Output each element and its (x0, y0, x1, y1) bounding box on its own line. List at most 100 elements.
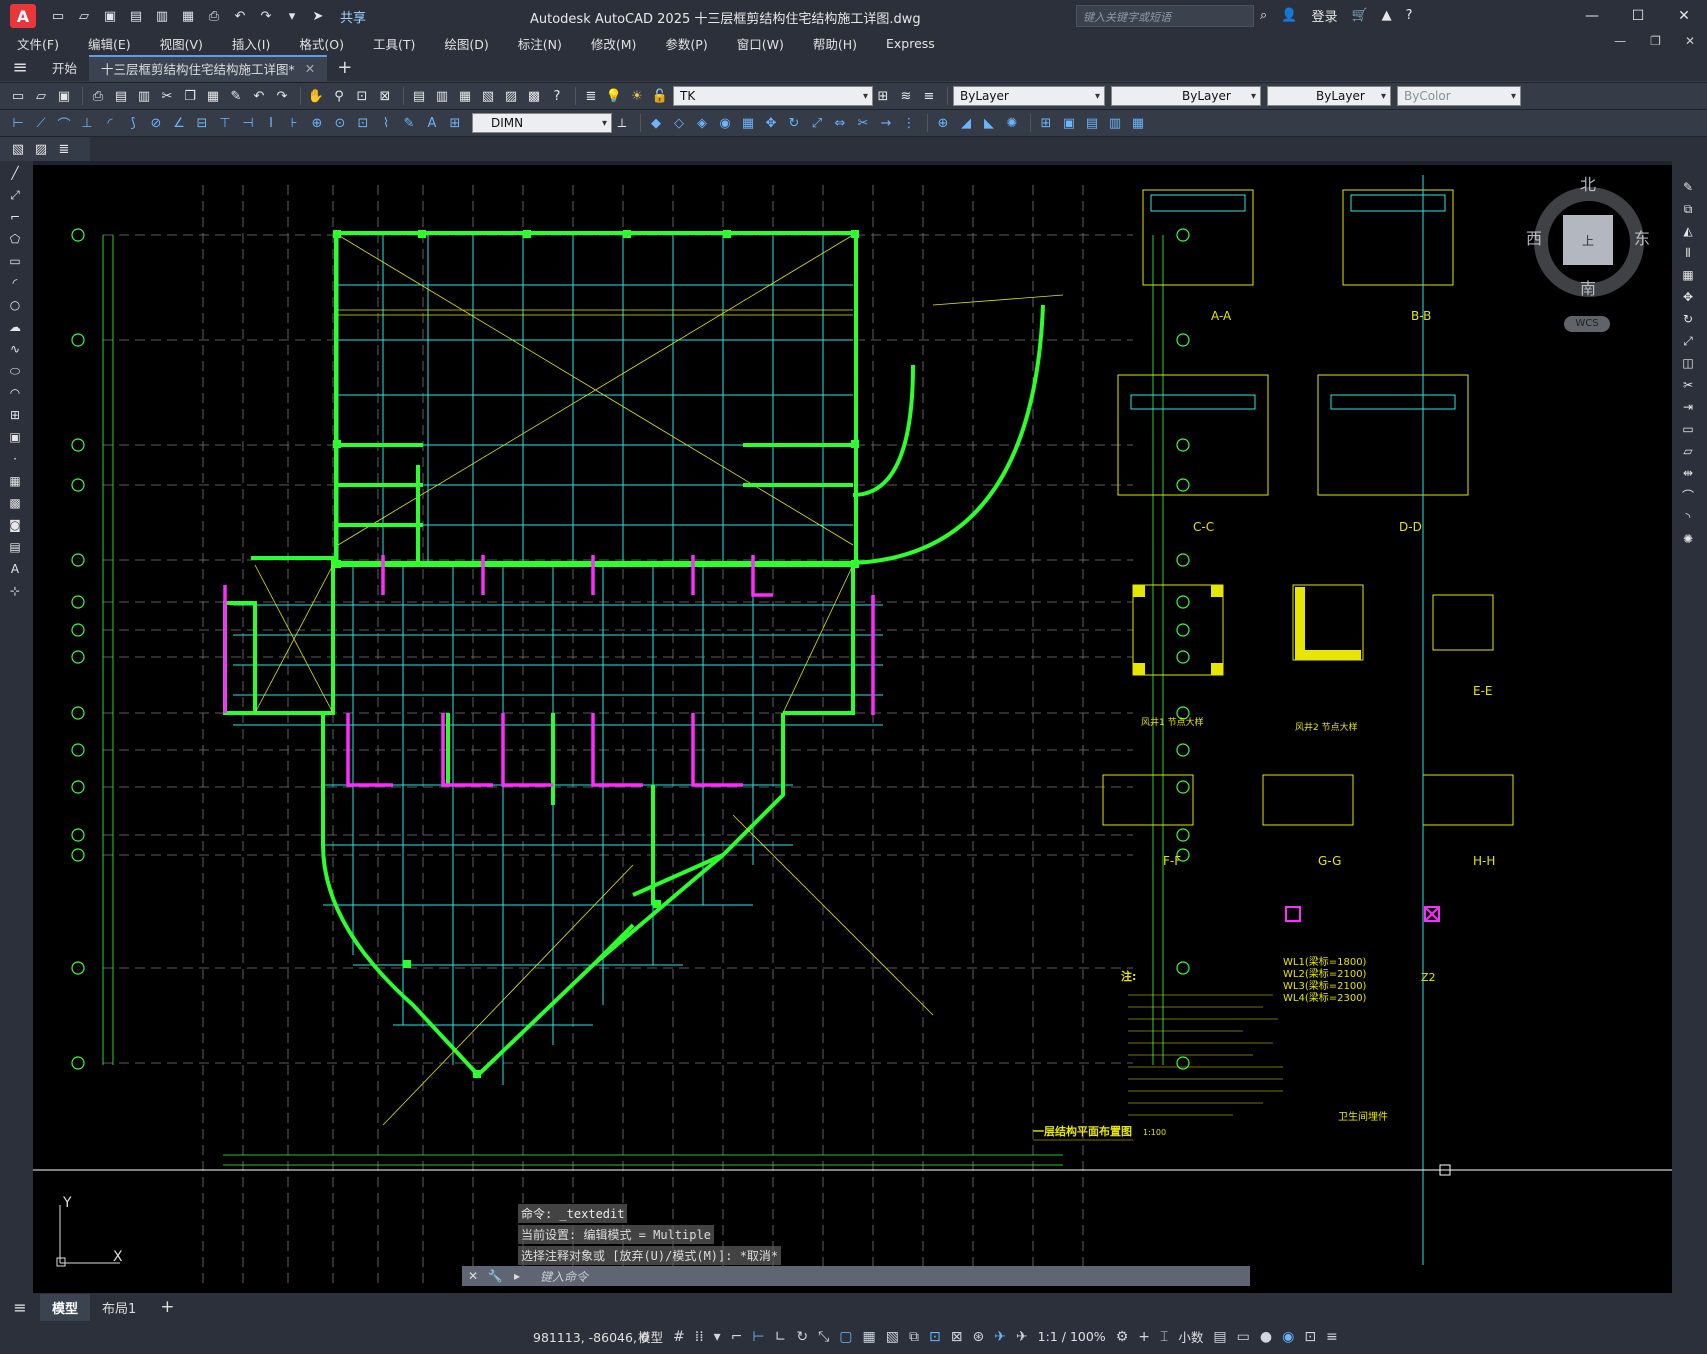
radius-dim-icon[interactable]: ◜ (100, 113, 120, 133)
doc-close-icon[interactable]: ✕ (1685, 34, 1695, 48)
customize-qat-icon[interactable]: ▾ (282, 6, 302, 26)
layer-dropdown[interactable]: TK (673, 86, 873, 106)
autocad-logo[interactable]: A (10, 4, 36, 28)
layer-lock-icon[interactable]: 🔓 (650, 86, 670, 106)
print-preview-icon[interactable]: ▤ (111, 86, 131, 106)
transparency-icon[interactable]: ▧ (886, 1329, 899, 1345)
hatch-draw-icon[interactable]: ▦ (4, 471, 26, 491)
layer-tools-icon[interactable]: ≣ (54, 139, 74, 159)
annotation-monitor-icon[interactable]: + (1138, 1329, 1150, 1345)
join-icon[interactable]: ⊕ (933, 113, 953, 133)
tab-close-icon[interactable]: ✕ (305, 61, 315, 76)
break-icon[interactable]: ⋮ (899, 113, 919, 133)
rotate-side-icon[interactable]: ↻ (1677, 309, 1699, 329)
point-draw-icon[interactable]: · (4, 449, 26, 469)
menu-parametric[interactable]: 参数(P) (648, 34, 719, 53)
copy-side-icon[interactable]: ⧉ (1677, 199, 1699, 219)
infer-constraints-icon[interactable]: ⌐ (731, 1329, 743, 1345)
dim-space-icon[interactable]: I (261, 113, 281, 133)
units-icon[interactable]: ⌶ (1160, 1329, 1168, 1345)
wcs-menu[interactable]: WCS (1564, 316, 1610, 332)
stretch-side-icon[interactable]: ◫ (1677, 353, 1699, 373)
mirror-side-icon[interactable]: ◭ (1677, 221, 1699, 241)
jogged-linear-icon[interactable]: ⌇ (376, 113, 396, 133)
isodraft-icon[interactable]: ↻ (796, 1329, 808, 1345)
dim-text-edit-icon[interactable]: A (422, 113, 442, 133)
array-icon[interactable]: ▦ (738, 113, 758, 133)
menu-help[interactable]: 帮助(H) (796, 34, 869, 53)
rectangle-icon[interactable]: ▭ (4, 251, 26, 271)
mirror-icon[interactable]: ◈ (692, 113, 712, 133)
tab-start[interactable]: 开始 (40, 55, 89, 81)
tab-drawing-file[interactable]: 十三层框剪结构住宅结构施工详图* ✕ (89, 54, 328, 81)
spline-icon[interactable]: ∿ (4, 339, 26, 359)
compass-east[interactable]: 东 (1634, 225, 1650, 249)
help-tool-icon[interactable]: ? (547, 86, 567, 106)
publish-icon[interactable]: ▥ (134, 86, 154, 106)
copy-object-icon[interactable]: ◇ (669, 113, 689, 133)
image-icon[interactable]: ▨ (31, 139, 51, 159)
layer-on-icon[interactable]: 💡 (604, 86, 624, 106)
command-recent-icon[interactable]: ▸ (506, 1269, 528, 1283)
aligned-dim-icon[interactable]: ⟋ (31, 113, 51, 133)
polar-icon[interactable]: ∟ (775, 1329, 787, 1345)
table-icon[interactable]: ▤ (4, 537, 26, 557)
mtext-icon[interactable]: A (4, 559, 26, 579)
command-close-icon[interactable]: ✕ (462, 1269, 484, 1283)
stretch-icon[interactable]: ⇔ (830, 113, 850, 133)
scale-icon[interactable]: ⤢ (807, 113, 827, 133)
chamfer-icon[interactable]: ◢ (956, 113, 976, 133)
new-icon[interactable]: ▭ (48, 6, 68, 26)
erase-side-icon[interactable]: ✎ (1677, 177, 1699, 197)
dim-update-icon[interactable]: ⊞ (445, 113, 465, 133)
workspace-gear-icon[interactable]: ⚙ (1116, 1329, 1129, 1345)
drawing-canvas[interactable]: A-A B-B C-C D-D E-E F-F G-G H-H 风井1 节点大样… (33, 165, 1672, 1293)
extend-icon[interactable]: → (876, 113, 896, 133)
revcloud-icon[interactable]: ☁ (4, 317, 26, 337)
make-block-icon[interactable]: ▣ (1059, 113, 1079, 133)
lock-ui-icon[interactable]: ▭ (1237, 1329, 1250, 1345)
help-icon[interactable]: ? (1406, 8, 1413, 23)
markup-icon[interactable]: ▨ (501, 86, 521, 106)
circle-icon[interactable]: ○ (4, 295, 26, 315)
menu-window[interactable]: 窗口(W) (720, 34, 796, 53)
arc-icon[interactable]: ◜ (4, 273, 26, 293)
copy-icon[interactable]: ❐ (180, 86, 200, 106)
lineweight-dropdown[interactable]: ByLayer (1267, 86, 1391, 106)
menu-express[interactable]: Express (869, 36, 947, 51)
menu-insert[interactable]: 插入(I) (215, 34, 282, 53)
explode-side-icon[interactable]: ✺ (1677, 529, 1699, 549)
cart-icon[interactable]: 🛒 (1351, 8, 1367, 23)
graphics-performance-icon[interactable]: ◉ (1282, 1329, 1294, 1345)
block-icon[interactable]: ▣ (4, 427, 26, 447)
user-icon[interactable]: 👤 (1281, 8, 1297, 23)
move-icon[interactable]: ✥ (761, 113, 781, 133)
compass-west[interactable]: 西 (1526, 225, 1542, 249)
match-properties-icon[interactable]: ✎ (226, 86, 246, 106)
continue-dim-icon[interactable]: ⊣ (238, 113, 258, 133)
cut-icon[interactable]: ✂ (157, 86, 177, 106)
array-side-icon[interactable]: ▦ (1677, 265, 1699, 285)
gradient-icon[interactable]: ▩ (4, 493, 26, 513)
login-button[interactable]: 登录 (1311, 6, 1337, 25)
design-center-icon[interactable]: ▥ (432, 86, 452, 106)
layer-properties-icon[interactable]: ≣ (581, 86, 601, 106)
web-save-icon[interactable]: ▦ (178, 6, 198, 26)
command-line[interactable]: ✕ 🔧 ▸ 键入命令 (462, 1266, 1250, 1286)
auto-scale-icon[interactable]: ✈ (1016, 1329, 1028, 1345)
dynamic-ucs-icon[interactable]: ⊠ (951, 1329, 963, 1345)
object-snap-icon[interactable]: ▢ (839, 1329, 852, 1345)
selection-cycling-icon[interactable]: ⧉ (909, 1329, 919, 1345)
annotation-visibility-icon[interactable]: ✈ (994, 1329, 1006, 1345)
add-selected-icon[interactable]: ⊹ (4, 581, 26, 601)
calculator-icon[interactable]: ▩ (524, 86, 544, 106)
model-space-toggle[interactable]: 模型 (638, 1327, 663, 1346)
insert-icon[interactable]: ⊞ (4, 405, 26, 425)
menu-draw[interactable]: 绘图(D) (427, 34, 500, 53)
zoom-window-icon[interactable]: ⊡ (352, 86, 372, 106)
isolate-objects-icon[interactable]: ● (1260, 1329, 1272, 1345)
linear-dim-icon[interactable]: ⊢ (8, 113, 28, 133)
pan-icon[interactable]: ✋ (306, 86, 326, 106)
break-side-icon[interactable]: ▭ (1677, 419, 1699, 439)
region-draw-icon[interactable]: ◙ (4, 515, 26, 535)
